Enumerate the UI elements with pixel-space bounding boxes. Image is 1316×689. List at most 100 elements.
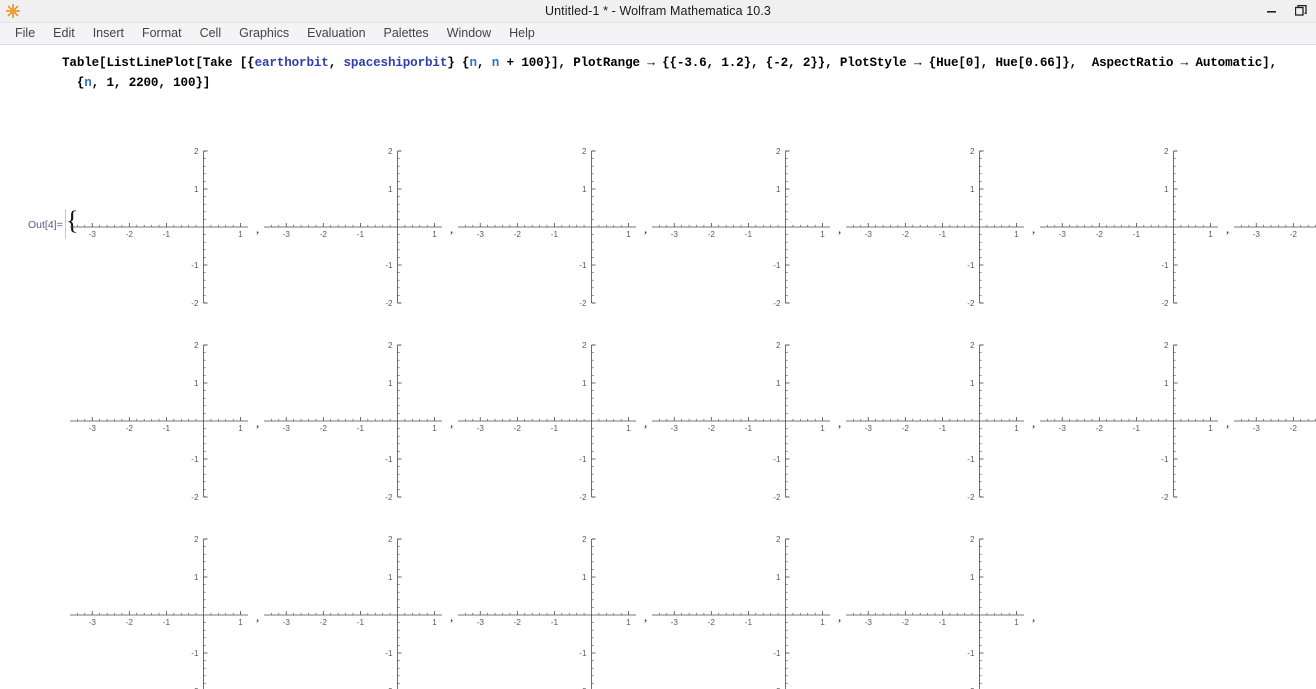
plot-panel[interactable]: -3-2-1121-1-2	[844, 529, 1034, 689]
menu-item-graphics[interactable]: Graphics	[230, 23, 298, 44]
menu-item-format[interactable]: Format	[133, 23, 191, 44]
svg-text:-3: -3	[1253, 424, 1261, 433]
svg-text:-1: -1	[967, 649, 975, 658]
svg-text:2: 2	[194, 535, 199, 544]
plot-panel[interactable]: -3-2-1121-1-2	[650, 335, 840, 507]
code-token-line2-pre: {	[62, 76, 85, 90]
svg-text:2: 2	[388, 147, 393, 156]
svg-text:-1: -1	[163, 230, 171, 239]
svg-text:1: 1	[626, 230, 631, 239]
svg-text:1: 1	[970, 379, 975, 388]
plot-panel[interactable]: -3-2-1121-1-2	[68, 335, 258, 507]
plot-panel[interactable]: -3-2-1121-1-2	[1232, 141, 1316, 313]
plot-panel[interactable]: -3-2-1121-1-2	[650, 529, 840, 689]
plot-panel[interactable]: -3-2-1121-1-2	[262, 141, 452, 313]
svg-text:1: 1	[194, 185, 199, 194]
svg-text:1: 1	[432, 424, 437, 433]
svg-text:-3: -3	[865, 424, 873, 433]
list-separator: ,	[838, 221, 842, 236]
list-separator: ,	[644, 221, 648, 236]
plot-panel[interactable]: -3-2-1121-1-2	[1038, 141, 1228, 313]
svg-text:-2: -2	[126, 230, 134, 239]
svg-text:-1: -1	[357, 230, 365, 239]
svg-text:2: 2	[776, 147, 781, 156]
code-token-mid1: } {	[447, 56, 470, 70]
list-separator: ,	[838, 609, 842, 624]
svg-text:-2: -2	[320, 424, 328, 433]
menu-item-evaluation[interactable]: Evaluation	[298, 23, 374, 44]
svg-text:-1: -1	[745, 424, 753, 433]
svg-text:-1: -1	[773, 455, 781, 464]
svg-text:-1: -1	[357, 424, 365, 433]
svg-text:1: 1	[820, 424, 825, 433]
list-separator: ,	[1226, 415, 1230, 430]
svg-text:-1: -1	[385, 455, 393, 464]
svg-text:-1: -1	[551, 230, 559, 239]
code-token-line2-post: , 1, 2200, 100}]	[91, 76, 211, 90]
svg-text:-3: -3	[1059, 424, 1067, 433]
svg-text:2: 2	[582, 147, 587, 156]
svg-text:1: 1	[1014, 424, 1019, 433]
svg-text:-2: -2	[579, 299, 587, 308]
plot-panel[interactable]: -3-2-1121-1-2	[1232, 335, 1316, 507]
svg-text:-1: -1	[551, 618, 559, 627]
svg-text:-2: -2	[320, 230, 328, 239]
svg-text:2: 2	[970, 147, 975, 156]
minimize-button[interactable]	[1256, 0, 1286, 22]
plot-panel[interactable]: -3-2-1121-1-2	[844, 141, 1034, 313]
svg-text:2: 2	[582, 341, 587, 350]
plot-panel[interactable]: -3-2-1121-1-2	[456, 141, 646, 313]
notebook-canvas[interactable]: Table[ListLinePlot[Take [{earthorbit, sp…	[0, 45, 1316, 689]
input-cell-code[interactable]: Table[ListLinePlot[Take [{earthorbit, sp…	[62, 53, 1312, 93]
code-symbol-n-3: n	[84, 76, 92, 90]
svg-text:2: 2	[970, 535, 975, 544]
menu-item-edit[interactable]: Edit	[44, 23, 84, 44]
svg-text:-2: -2	[1290, 424, 1298, 433]
svg-text:-1: -1	[163, 618, 171, 627]
svg-text:-3: -3	[477, 424, 485, 433]
svg-text:1: 1	[776, 379, 781, 388]
svg-text:-2: -2	[1096, 230, 1104, 239]
svg-text:1: 1	[582, 185, 587, 194]
menu-item-file[interactable]: File	[6, 23, 44, 44]
list-separator: ,	[644, 609, 648, 624]
svg-text:-1: -1	[357, 618, 365, 627]
svg-text:-3: -3	[1059, 230, 1067, 239]
svg-text:1: 1	[1164, 379, 1169, 388]
svg-text:-2: -2	[191, 493, 199, 502]
menu-item-insert[interactable]: Insert	[84, 23, 133, 44]
svg-text:-3: -3	[671, 424, 679, 433]
svg-text:1: 1	[820, 618, 825, 627]
menu-item-window[interactable]: Window	[438, 23, 500, 44]
list-separator: ,	[256, 415, 260, 430]
plot-panel[interactable]: -3-2-1121-1-2	[68, 529, 258, 689]
svg-text:-1: -1	[551, 424, 559, 433]
plot-panel[interactable]: -3-2-1121-1-2	[650, 141, 840, 313]
svg-text:1: 1	[388, 379, 393, 388]
svg-text:-2: -2	[514, 424, 522, 433]
svg-text:-2: -2	[902, 424, 910, 433]
plot-panel[interactable]: -3-2-1121-1-2	[262, 529, 452, 689]
plot-panel[interactable]: -3-2-1121-1-2	[844, 335, 1034, 507]
svg-text:-2: -2	[1096, 424, 1104, 433]
svg-text:-3: -3	[283, 230, 291, 239]
plot-panel[interactable]: -3-2-1121-1-2	[1038, 335, 1228, 507]
plot-panel[interactable]: -3-2-1121-1-2	[262, 335, 452, 507]
plot-panel[interactable]: -3-2-1121-1-2	[456, 529, 646, 689]
svg-text:-1: -1	[1161, 261, 1169, 270]
restore-button[interactable]	[1286, 0, 1316, 22]
title-bar: Untitled-1 * - Wolfram Mathematica 10.3	[0, 0, 1316, 23]
menu-item-cell[interactable]: Cell	[191, 23, 231, 44]
menu-item-palettes[interactable]: Palettes	[375, 23, 438, 44]
code-token-sep1: ,	[328, 56, 344, 70]
svg-text:-2: -2	[385, 493, 393, 502]
svg-text:-1: -1	[939, 424, 947, 433]
plot-panel[interactable]: -3-2-1121-1-2	[68, 141, 258, 313]
menu-item-help[interactable]: Help	[500, 23, 544, 44]
svg-text:-2: -2	[579, 493, 587, 502]
list-separator: ,	[450, 221, 454, 236]
svg-text:-3: -3	[89, 424, 97, 433]
svg-text:2: 2	[582, 535, 587, 544]
svg-text:-2: -2	[773, 493, 781, 502]
plot-panel[interactable]: -3-2-1121-1-2	[456, 335, 646, 507]
